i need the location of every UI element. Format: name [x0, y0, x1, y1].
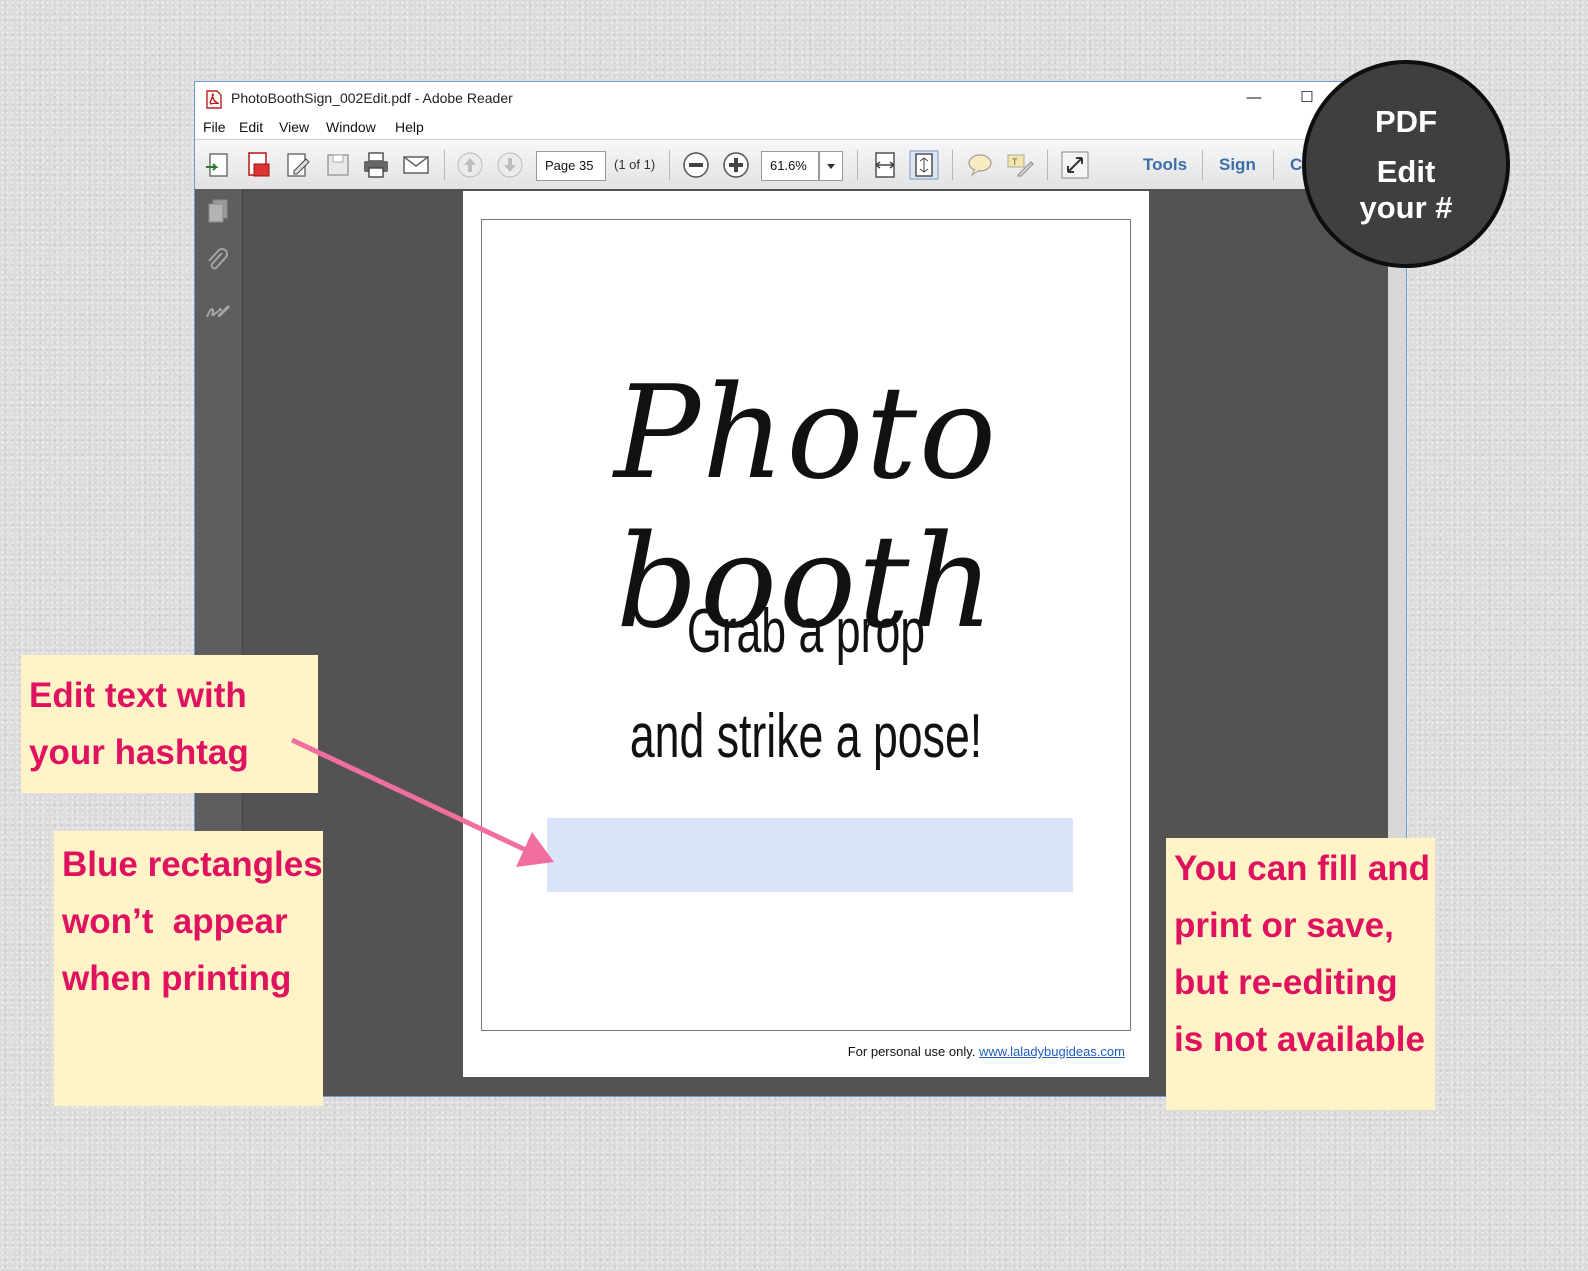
toolbar-separator: [444, 150, 445, 180]
menu-edit[interactable]: Edit: [239, 119, 263, 135]
signatures-icon[interactable]: [204, 297, 232, 325]
toolbar: Page 35 (1 of 1) 61.6% T Tools Sign C: [195, 139, 1406, 191]
zoom-field[interactable]: 61.6%: [761, 151, 819, 181]
zoom-dropdown[interactable]: [819, 151, 843, 181]
badge-line-2: Edit: [1376, 154, 1436, 189]
zoom-in-icon[interactable]: [721, 150, 751, 180]
comment-button[interactable]: C: [1290, 155, 1302, 175]
sign-subline-1: Grab a prop: [686, 597, 926, 666]
comment-icon[interactable]: [965, 150, 995, 180]
toolbar-separator: [669, 150, 670, 180]
chevron-down-icon: [827, 164, 835, 169]
callout-edit-text: Edit text with your hashtag: [21, 655, 318, 793]
menu-window[interactable]: Window: [326, 119, 376, 135]
menu-file[interactable]: File: [203, 119, 226, 135]
toolbar-separator: [857, 150, 858, 180]
callout-line: Edit text with: [29, 676, 247, 715]
attachments-icon[interactable]: [204, 247, 232, 275]
minimize-button[interactable]: —: [1232, 84, 1276, 112]
tools-button[interactable]: Tools: [1143, 155, 1187, 175]
toolbar-separator: [1202, 150, 1203, 180]
callout-line: is not available: [1174, 1020, 1425, 1059]
badge-line-3: your #: [1359, 190, 1453, 225]
save-icon[interactable]: [323, 150, 353, 180]
pdf-page: Photo booth Grab a prop and strike a pos…: [463, 191, 1149, 1077]
title-bar: PhotoBoothSign_002Edit.pdf - Adobe Reade…: [195, 82, 1406, 115]
fit-page-icon[interactable]: [909, 150, 939, 180]
create-pdf-icon[interactable]: [203, 150, 233, 180]
callout-fill-and-print: You can fill and print or save, but re-e…: [1166, 838, 1435, 1110]
menu-view[interactable]: View: [279, 119, 309, 135]
toolbar-separator: [1047, 150, 1048, 180]
prev-page-icon[interactable]: [455, 150, 485, 180]
pdf-file-icon: [206, 90, 222, 109]
page-footer: For personal use only. www.laladybugidea…: [848, 1044, 1125, 1059]
page-count: (1 of 1): [614, 157, 656, 172]
open-icon[interactable]: [243, 150, 273, 180]
badge-line-1: PDF: [1375, 104, 1437, 139]
callout-line: when printing: [62, 959, 292, 998]
pdf-edit-badge: PDF Edit your #: [1302, 60, 1510, 268]
callout-blue-rectangles: Blue rectangles won’t appear when printi…: [54, 831, 323, 1106]
callout-line: but re-editing: [1174, 963, 1398, 1002]
edit-icon[interactable]: [283, 150, 313, 180]
callout-line: won’t appear: [62, 902, 288, 941]
footer-link[interactable]: www.laladybugideas.com: [979, 1044, 1125, 1059]
print-icon[interactable]: [361, 150, 391, 180]
callout-line: print or save,: [1174, 906, 1394, 945]
menu-bar: File Edit View Window Help: [195, 115, 1406, 139]
callout-line: your hashtag: [29, 733, 249, 772]
toolbar-separator: [952, 150, 953, 180]
callout-line: Blue rectangles: [62, 845, 323, 884]
sign-subline-2: and strike a pose!: [629, 702, 983, 771]
toolbar-separator: [1273, 150, 1274, 180]
fit-width-icon[interactable]: [870, 150, 900, 180]
window-title: PhotoBoothSign_002Edit.pdf - Adobe Reade…: [231, 90, 513, 106]
footer-text: For personal use only.: [847, 1044, 976, 1059]
page-number-field[interactable]: Page 35: [536, 151, 606, 181]
fullscreen-icon[interactable]: [1060, 150, 1090, 180]
callout-line: You can fill and: [1174, 849, 1431, 888]
highlight-icon[interactable]: T: [1005, 150, 1035, 180]
email-icon[interactable]: [401, 150, 431, 180]
hashtag-form-field[interactable]: [547, 818, 1073, 892]
menu-help[interactable]: Help: [395, 119, 424, 135]
next-page-icon[interactable]: [495, 150, 525, 180]
sign-button[interactable]: Sign: [1219, 155, 1256, 175]
zoom-out-icon[interactable]: [681, 150, 711, 180]
pages-icon[interactable]: [204, 197, 232, 225]
svg-text:T: T: [1012, 157, 1018, 167]
